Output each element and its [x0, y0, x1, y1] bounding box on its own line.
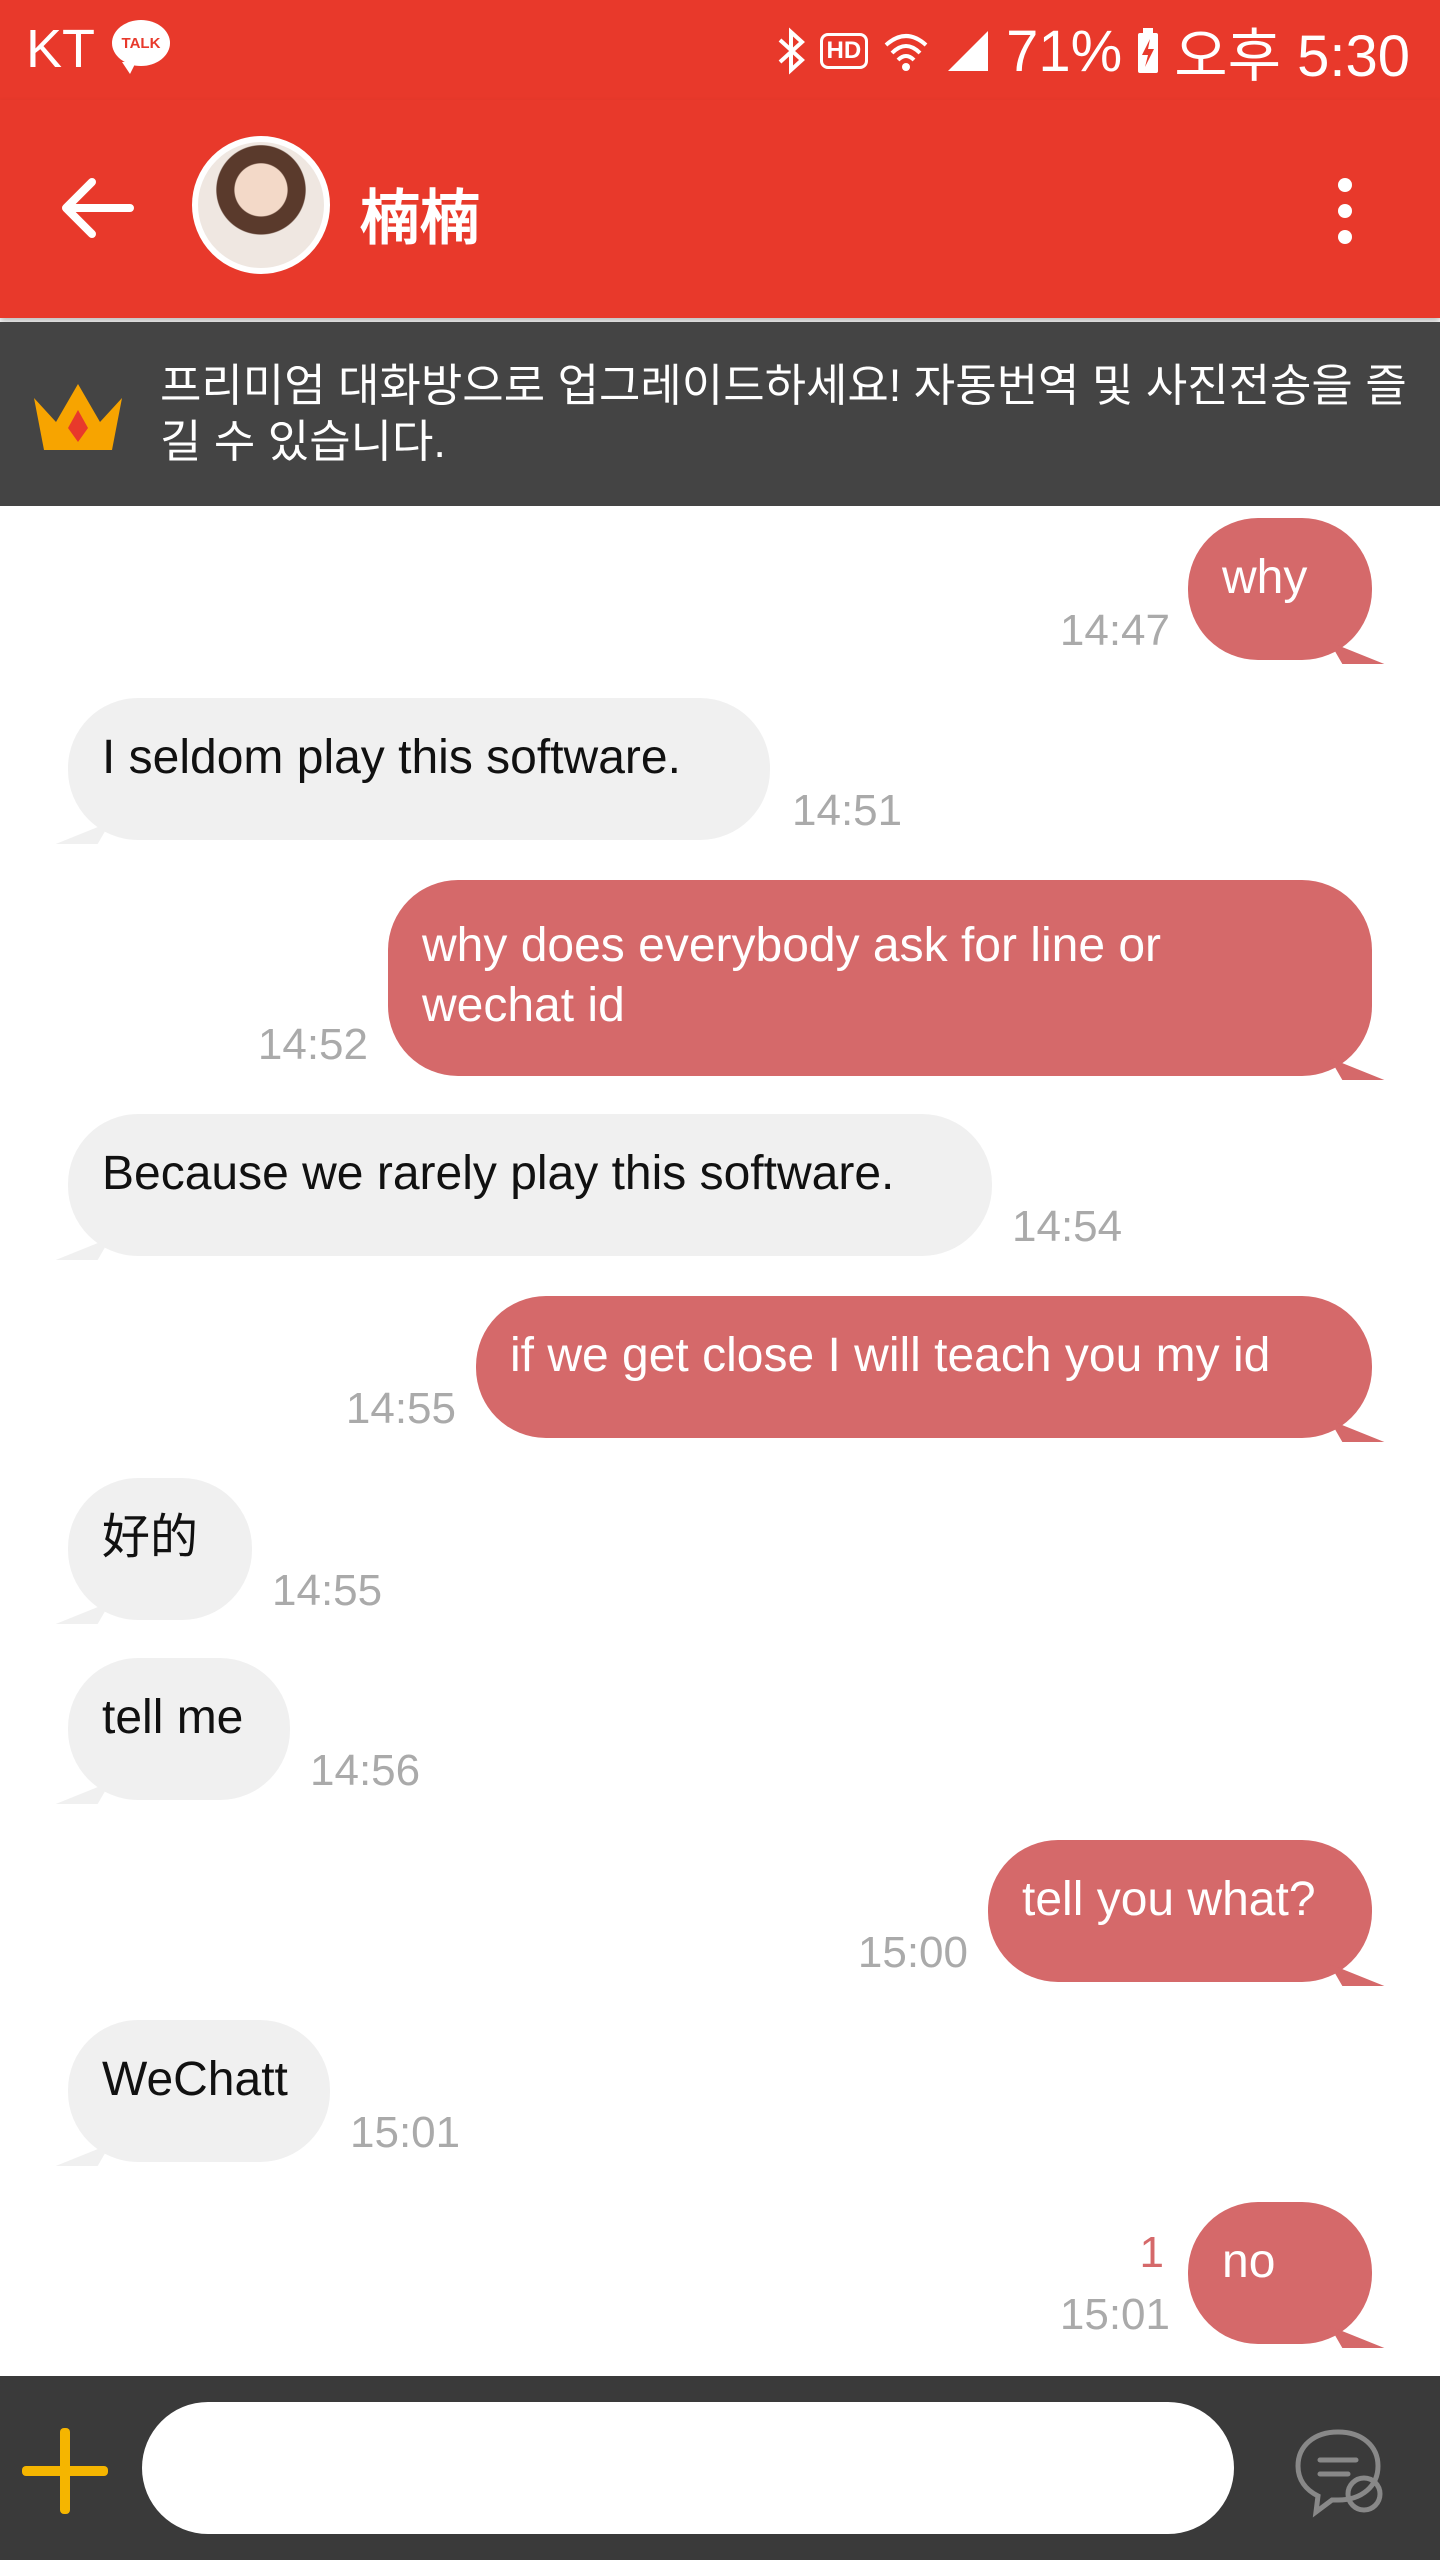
status-bar: KT TALK HD 71% 오후 5:30	[0, 0, 1440, 100]
arrow-left-icon[interactable]	[58, 178, 138, 238]
incoming-bubble[interactable]: Because we rarely play this software.	[68, 1114, 992, 1256]
unread-count: 1	[1139, 2228, 1164, 2277]
chat-header: 楠楠	[0, 100, 1440, 318]
outgoing-bubble[interactable]: why does everybody ask for line or wecha…	[388, 880, 1372, 1076]
clock: 오후 5:30	[1174, 24, 1410, 89]
message-input[interactable]	[142, 2402, 1234, 2534]
carrier-label: KT	[26, 19, 96, 79]
chat-bubble-icon[interactable]	[1292, 2424, 1388, 2520]
premium-banner[interactable]: 프리미엄 대화방으로 업그레이드하세요! 자동번역 및 사진전송을 즐길 수 있…	[0, 322, 1440, 506]
message-time: 14:56	[310, 1746, 421, 1795]
message-time: 14:47	[1059, 606, 1170, 655]
premium-banner-text: 프리미엄 대화방으로 업그레이드하세요! 자동번역 및 사진전송을 즐길 수 있…	[160, 360, 1407, 467]
incoming-bubble[interactable]: WeChatt	[68, 2020, 330, 2162]
message-input-bar	[0, 2376, 1440, 2560]
bluetooth-icon	[778, 27, 805, 75]
signal-icon	[948, 31, 989, 71]
status-icons: HD 71% 오후 5:30	[776, 14, 1410, 89]
message-time: 14:52	[257, 1020, 368, 1069]
battery-charging-icon	[1138, 28, 1159, 73]
outgoing-bubble[interactable]: if we get close I will teach you my id	[476, 1296, 1372, 1438]
incoming-bubble[interactable]: tell me	[68, 1658, 290, 1800]
more-vertical-icon[interactable]	[1320, 176, 1370, 246]
message-time: 15:01	[350, 2108, 461, 2157]
incoming-bubble[interactable]: I seldom play this software.	[68, 698, 770, 840]
message-time: 14:55	[345, 1384, 456, 1433]
message-time: 15:01	[1059, 2290, 1170, 2339]
message-time: 14:55	[272, 1566, 383, 1615]
wifi-icon	[884, 34, 928, 71]
incoming-bubble[interactable]: 好的	[68, 1478, 252, 1620]
message-time: 15:00	[857, 1928, 968, 1977]
crown-icon	[34, 384, 122, 450]
outgoing-bubble[interactable]: why	[1188, 518, 1372, 660]
hd-voice-icon: HD	[819, 33, 869, 69]
talk-notification-icon: TALK	[112, 20, 170, 74]
battery-percent: 71%	[1006, 18, 1123, 84]
outgoing-bubble[interactable]: no	[1188, 2202, 1372, 2344]
contact-name: 楠楠	[360, 185, 480, 252]
message-list[interactable]: why 14:47 I seldom play this software. 1…	[0, 506, 1440, 2376]
plus-icon[interactable]	[22, 2428, 108, 2514]
message-time: 14:54	[1012, 1202, 1123, 1251]
message-time: 14:51	[792, 786, 903, 835]
outgoing-bubble[interactable]: tell you what?	[988, 1840, 1372, 1982]
contact-avatar[interactable]	[192, 136, 330, 274]
